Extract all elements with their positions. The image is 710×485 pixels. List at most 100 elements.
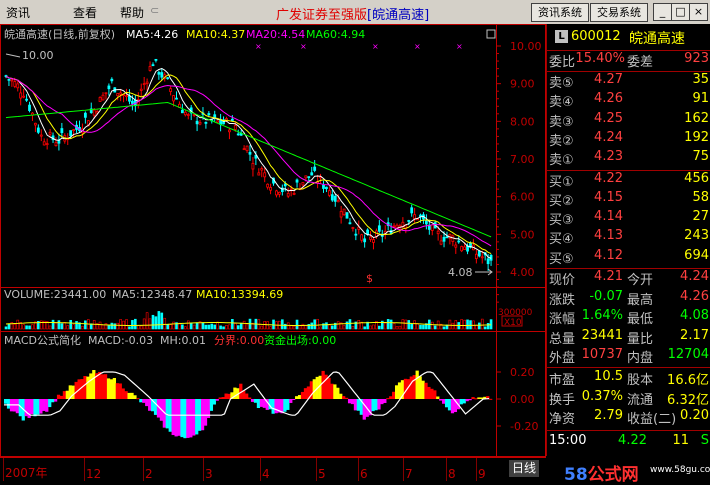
buy-row-3[interactable]: 买③ 4.14 27: [547, 209, 710, 229]
candle-body: [457, 240, 461, 243]
candle-body: [307, 176, 311, 179]
macd-bar: [112, 377, 117, 399]
candle-body: [242, 148, 246, 151]
window-title-stock: [皖通高速]: [367, 8, 430, 23]
macd-bar: [142, 399, 146, 403]
month-tick: [403, 458, 404, 481]
macd-bar: [248, 397, 252, 399]
time-axis-bar: 2007年 12 2 3 4 5 6 7 8 9 日线 58公式网 www.58gu.com: [0, 458, 710, 485]
volume-bar: [372, 324, 375, 330]
stat-value: 4.26: [680, 288, 709, 304]
tab-daily[interactable]: 日线: [509, 460, 539, 477]
sell-row-3-label: 卖③: [549, 114, 574, 130]
macd-bar: [471, 397, 475, 399]
macd-bar: [227, 393, 231, 399]
candle-body: [54, 142, 58, 147]
candle-body: [275, 190, 278, 196]
menu-item-news[interactable]: 资讯: [6, 4, 30, 21]
candle-body: [283, 183, 287, 187]
volume-bar: [357, 320, 361, 330]
candle-body: [436, 230, 440, 235]
macd-bar: [333, 384, 337, 399]
volume-bar: [430, 321, 434, 330]
stat-value: 23441: [581, 327, 623, 343]
stock-code: 600012: [571, 29, 621, 44]
candle-body: [354, 233, 358, 236]
buy-row-2[interactable]: 买② 4.15 58: [547, 190, 710, 210]
macd-bar: [292, 399, 296, 400]
stat-value: 2.17: [680, 327, 709, 343]
sell-row-3[interactable]: 卖③ 4.25 162: [547, 111, 710, 131]
price-tick-label: 10.00: [510, 40, 542, 53]
candle-body: [330, 194, 334, 201]
macd-bar: [45, 399, 49, 412]
candle-body: [442, 236, 446, 242]
menu-end-icon: ⊂: [150, 4, 160, 17]
candle-body: [42, 141, 46, 146]
buy-row-1[interactable]: 买① 4.22 456: [547, 171, 710, 191]
volume-bar: [316, 318, 319, 330]
watermark-url: www.58gu.com: [650, 465, 710, 475]
volume-bar: [84, 320, 87, 330]
news-system-button[interactable]: 资讯系统: [531, 3, 589, 22]
macd-bar: [4, 399, 8, 404]
minimize-button[interactable]: _: [653, 3, 672, 21]
sell-row-1[interactable]: 卖① 4.23 75: [547, 149, 710, 169]
month-label: 7: [405, 467, 413, 481]
macd-bar: [474, 398, 478, 400]
sell-row-2[interactable]: 卖② 4.24 192: [547, 130, 710, 150]
candle-body: [245, 145, 249, 152]
trade-system-button[interactable]: 交易系统: [590, 3, 648, 22]
macd-bar: [377, 399, 381, 410]
volume-bar: [480, 318, 484, 330]
kline-chart[interactable]: 皖通高速(日线,前复权) MA5:4.26 MA10:4.37 MA20:4.54 MA…: [0, 24, 546, 458]
sell-row-1-price: 4.23: [594, 149, 623, 165]
ma60-line: [5, 101, 492, 238]
ma5-label: MA5:4.26: [126, 28, 178, 41]
sell-row-5-price: 4.27: [594, 72, 623, 87]
volume-bar: [483, 326, 487, 330]
macd-bar: [148, 399, 152, 411]
volume-bar: [216, 321, 219, 330]
macd-bar: [130, 392, 134, 399]
candle-body: [463, 246, 467, 250]
macd-bar: [274, 399, 278, 414]
month-label: 5: [318, 467, 326, 481]
volume-bar: [204, 324, 208, 330]
stat-value: 4.08: [680, 308, 709, 324]
buy-row-4-price: 4.13: [594, 228, 623, 244]
stat-value: 6.32亿: [667, 392, 709, 408]
candle-body: [480, 256, 484, 259]
macd-bar: [250, 399, 255, 402]
stat-label: 今开: [627, 273, 654, 288]
menu-item-view[interactable]: 查看: [73, 4, 97, 21]
month-label: 6: [360, 467, 368, 481]
stat-row: 换手 0.37% 流通 6.32亿: [547, 389, 710, 409]
sell-row-5[interactable]: 卖⑤ 4.27 35: [547, 72, 710, 92]
candle-body: [33, 122, 37, 126]
buy-row-4[interactable]: 买④ 4.13 243: [547, 228, 710, 248]
price-tick-label: 8.00: [510, 115, 535, 128]
stat-label: 换手: [549, 392, 576, 408]
candle-body: [333, 195, 337, 202]
macd-bar: [350, 399, 355, 405]
buy-row-5[interactable]: 买⑤ 4.12 694: [547, 248, 710, 268]
volume-bar: [166, 324, 169, 330]
macd-bar: [427, 386, 431, 399]
sell-row-4[interactable]: 卖④ 4.26 91: [547, 91, 710, 111]
macd-bar: [342, 396, 346, 399]
macd-bar: [98, 371, 102, 399]
macd-bar: [245, 393, 249, 399]
candle-body: [198, 122, 202, 125]
buy-row-1-volume: 456: [684, 170, 709, 186]
maximize-button[interactable]: □: [671, 3, 690, 21]
tick-side: S: [700, 432, 709, 448]
menu-item-help[interactable]: 帮助: [120, 4, 144, 21]
macd-bar: [433, 390, 437, 399]
buy-row-5-price: 4.12: [594, 247, 623, 263]
watermark-suffix: 公式网: [587, 465, 639, 485]
candle-body: [172, 95, 175, 102]
close-button[interactable]: ×: [689, 3, 708, 21]
month-label: 3: [205, 467, 213, 481]
high-price-label: 10.00: [22, 49, 54, 62]
